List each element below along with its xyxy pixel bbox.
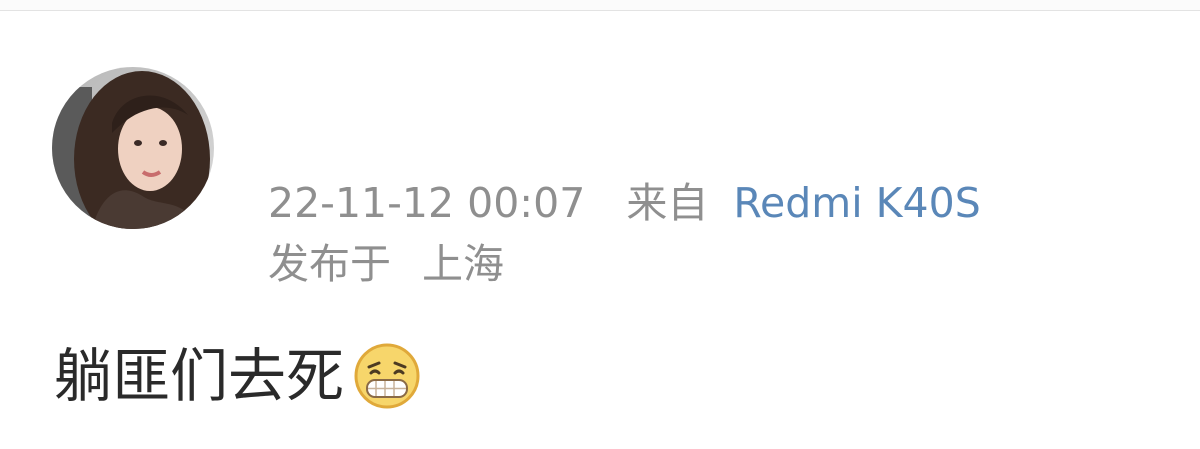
top-divider [0, 0, 1200, 11]
user-avatar[interactable] [52, 67, 214, 229]
post-location: 上海 [422, 240, 505, 288]
device-link[interactable]: Redmi K40S [733, 179, 980, 227]
location-prefix: 发布于 [268, 240, 391, 288]
source-prefix: 来自 [626, 179, 709, 227]
post-text: 躺匪们去死 [54, 342, 345, 410]
post-timestamp: 22-11-12 00:07 [268, 179, 586, 227]
avatar-photo [52, 67, 214, 229]
grin-emoji-svg [354, 343, 420, 409]
grin-emoji-icon [352, 341, 422, 411]
post-location-line: 发布于 上海 [268, 238, 504, 290]
post-body: 躺匪们去死 [54, 338, 422, 414]
post-meta-line: 22-11-12 00:07 来自 Redmi K40S [268, 178, 981, 228]
